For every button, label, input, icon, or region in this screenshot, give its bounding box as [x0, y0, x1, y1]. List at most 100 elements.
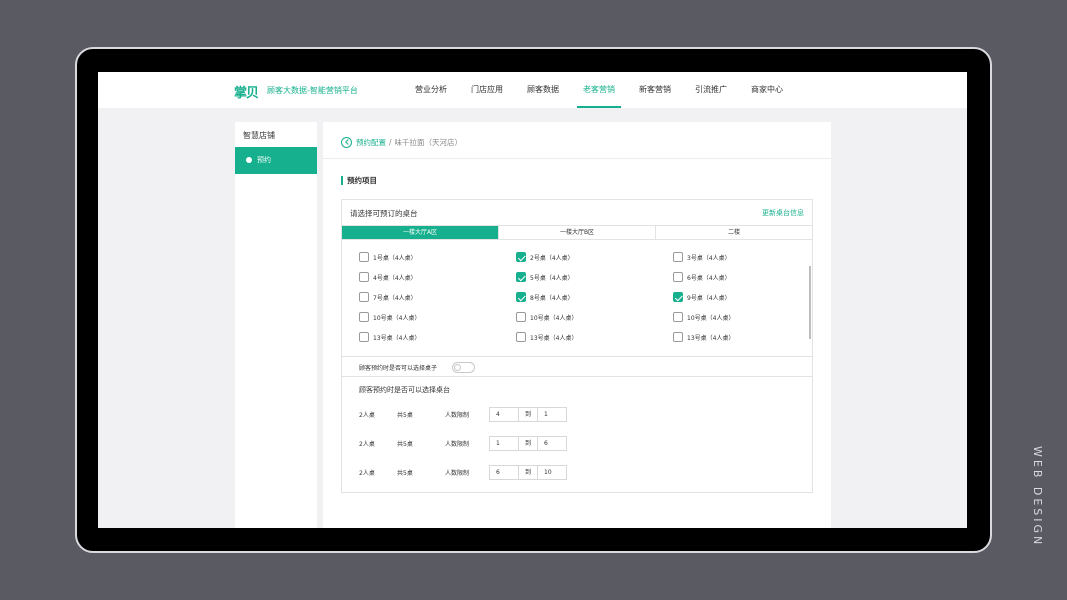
checkbox-icon[interactable] — [673, 252, 683, 262]
table-type: 2人桌 — [359, 412, 375, 419]
checkbox-checked-icon[interactable] — [516, 292, 526, 302]
top-bar: 掌贝 顾客大数据-智能营销平台 营业分析 门店应用 顾客数据 老客营销 新客营销 引流推广… — [98, 72, 967, 108]
sidebar: 智慧店铺 预约 — [235, 122, 317, 528]
scrollbar[interactable] — [809, 266, 811, 339]
table-option[interactable]: 10号桌（4人桌） — [516, 312, 577, 322]
table-selection-panel: 请选择可预订的桌台 更新桌台信息 一楼大厅A区 一楼大厅B区 二楼 1号桌（4人桌）… — [341, 199, 813, 493]
table-option[interactable]: 2号桌（4人桌） — [516, 252, 574, 262]
table-option[interactable]: 13号桌（4人桌） — [516, 332, 577, 342]
sidebar-item-reservation[interactable]: 预约 — [235, 147, 317, 174]
table-option-label: 9号桌（4人桌） — [687, 294, 731, 302]
table-option[interactable]: 8号桌（4人桌） — [516, 292, 574, 302]
limit-row: 2人桌 共5桌 人数限制 4 到 1 — [359, 407, 579, 422]
screen: 掌贝 顾客大数据-智能营销平台 营业分析 门店应用 顾客数据 老客营销 新客营销 引流推广… — [98, 72, 967, 528]
back-arrow-icon[interactable] — [341, 136, 352, 148]
range-separator: 到 — [519, 465, 537, 480]
toggle-knob — [454, 364, 461, 371]
table-option[interactable]: 13号桌（4人桌） — [673, 332, 734, 342]
range-separator: 到 — [519, 436, 537, 451]
breadcrumb: 预约配置 / 味千拉面（天河店） — [341, 134, 462, 150]
nav-item[interactable]: 营业分析 — [403, 72, 459, 108]
area-tab[interactable]: 二楼 — [656, 226, 812, 239]
table-grid: 1号桌（4人桌） 2号桌（4人桌） 3号桌（4人桌） 4号桌（4人桌） 5号桌（4人桌）… — [359, 252, 789, 352]
table-option[interactable]: 9号桌（4人桌） — [673, 292, 731, 302]
table-option-label: 10号桌（4人桌） — [530, 314, 578, 322]
breadcrumb-separator: / — [389, 137, 392, 147]
table-option[interactable]: 6号桌（4人桌） — [673, 272, 731, 282]
toggle-label: 顾客预约时是否可以选择桌子 — [359, 365, 438, 372]
max-people-input[interactable]: 6 — [537, 436, 567, 451]
main-nav: 营业分析 门店应用 顾客数据 老客营销 新客营销 引流推广 商家中心 — [403, 72, 795, 108]
brand-logo[interactable]: 掌贝 — [234, 82, 259, 101]
table-count: 共5桌 — [397, 412, 413, 419]
table-option-label: 7号桌（4人桌） — [373, 294, 417, 302]
section-title: 预约项目 — [341, 176, 377, 185]
checkbox-icon[interactable] — [673, 312, 683, 322]
table-option-label: 10号桌（4人桌） — [373, 314, 421, 322]
table-option[interactable]: 5号桌（4人桌） — [516, 272, 574, 282]
divider — [323, 158, 831, 159]
table-option-label: 2号桌（4人桌） — [530, 254, 574, 262]
checkbox-icon[interactable] — [516, 332, 526, 342]
checkbox-icon[interactable] — [516, 312, 526, 322]
table-option[interactable]: 3号桌（4人桌） — [673, 252, 731, 262]
nav-item[interactable]: 商家中心 — [739, 72, 795, 108]
table-option-label: 13号桌（4人桌） — [687, 334, 735, 342]
checkbox-checked-icon[interactable] — [516, 272, 526, 282]
table-option-label: 8号桌（4人桌） — [530, 294, 574, 302]
checkbox-checked-icon[interactable] — [516, 252, 526, 262]
checkbox-icon[interactable] — [359, 252, 369, 262]
bullet-icon — [246, 157, 252, 163]
checkbox-icon[interactable] — [359, 312, 369, 322]
panel-heading: 请选择可预订的桌台 — [350, 209, 418, 218]
checkbox-icon[interactable] — [359, 272, 369, 282]
nav-item[interactable]: 门店应用 — [459, 72, 515, 108]
checkbox-icon[interactable] — [673, 272, 683, 282]
area-tab[interactable]: 一楼大厅B区 — [499, 226, 656, 239]
choose-table-toggle[interactable] — [452, 362, 475, 373]
table-type: 2人桌 — [359, 441, 375, 448]
limit-row: 2人桌 共5桌 人数限制 6 到 10 — [359, 465, 579, 480]
min-people-input[interactable]: 1 — [489, 436, 519, 451]
sidebar-title: 智慧店铺 — [243, 131, 275, 140]
table-option[interactable]: 4号桌（4人桌） — [359, 272, 417, 282]
breadcrumb-link[interactable]: 预约配置 — [356, 137, 386, 148]
area-tab[interactable]: 一楼大厅A区 — [342, 226, 499, 239]
area-tabs: 一楼大厅A区 一楼大厅B区 二楼 — [342, 225, 812, 240]
limit-label: 人数限制 — [445, 470, 470, 477]
table-option[interactable]: 13号桌（4人桌） — [359, 332, 420, 342]
checkbox-icon[interactable] — [359, 292, 369, 302]
min-people-input[interactable]: 6 — [489, 465, 519, 480]
checkbox-icon[interactable] — [673, 332, 683, 342]
table-option[interactable]: 10号桌（4人桌） — [673, 312, 734, 322]
checkbox-checked-icon[interactable] — [673, 292, 683, 302]
nav-item[interactable]: 顾客数据 — [515, 72, 571, 108]
table-option-label: 1号桌（4人桌） — [373, 254, 417, 262]
update-tables-link[interactable]: 更新桌台信息 — [762, 208, 804, 218]
table-option[interactable]: 10号桌（4人桌） — [359, 312, 420, 322]
table-option-label: 5号桌（4人桌） — [530, 274, 574, 282]
min-people-input[interactable]: 4 — [489, 407, 519, 422]
breadcrumb-current: 味千拉面（天河店） — [394, 137, 463, 147]
range-separator: 到 — [519, 407, 537, 422]
table-option-label: 10号桌（4人桌） — [687, 314, 735, 322]
table-option-label: 6号桌（4人桌） — [687, 274, 731, 282]
table-option[interactable]: 7号桌（4人桌） — [359, 292, 417, 302]
max-people-input[interactable]: 10 — [537, 465, 567, 480]
limits-title: 顾客预约时是否可以选择桌台 — [359, 386, 450, 394]
max-people-input[interactable]: 1 — [537, 407, 567, 422]
limit-label: 人数限制 — [445, 412, 470, 419]
toggle-row: 顾客预约时是否可以选择桌子 — [342, 356, 812, 377]
nav-item[interactable]: 老客营销 — [571, 72, 627, 108]
brand-subtitle: 顾客大数据-智能营销平台 — [267, 86, 358, 95]
nav-item[interactable]: 引流推广 — [683, 72, 739, 108]
nav-item[interactable]: 新客营销 — [627, 72, 683, 108]
table-option-label: 13号桌（4人桌） — [373, 334, 421, 342]
limit-row: 2人桌 共5桌 人数限制 1 到 6 — [359, 436, 579, 451]
table-type: 2人桌 — [359, 470, 375, 477]
side-caption: WEB DESIGN — [1031, 446, 1044, 548]
table-count: 共5桌 — [397, 470, 413, 477]
table-option[interactable]: 1号桌（4人桌） — [359, 252, 417, 262]
checkbox-icon[interactable] — [359, 332, 369, 342]
table-count: 共5桌 — [397, 441, 413, 448]
